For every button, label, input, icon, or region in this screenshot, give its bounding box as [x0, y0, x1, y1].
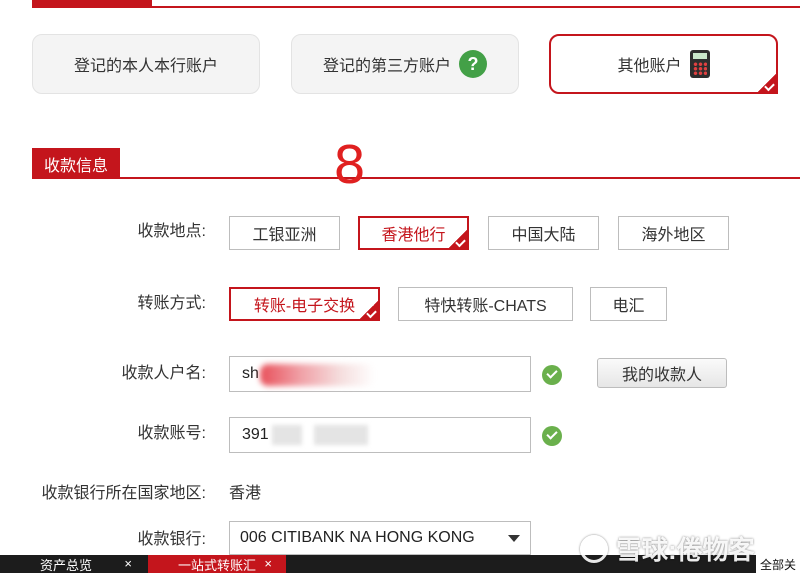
selected-check-icon: [358, 299, 380, 321]
redaction-blur: [260, 364, 375, 386]
account-no-label: 收款账号:: [137, 425, 206, 442]
method-option-label: 特快转账-CHATS: [424, 298, 547, 315]
location-option-label: 香港他行: [381, 227, 446, 244]
location-option-hk-other[interactable]: 香港他行: [358, 216, 469, 250]
account-no-value: 391: [242, 426, 269, 443]
method-option-eft[interactable]: 转账-电子交换: [229, 287, 380, 321]
taskbar-tab-transfer[interactable]: 一站式转账汇 ×: [148, 555, 286, 573]
section-header: 收款信息: [32, 148, 800, 179]
selected-check-icon: [447, 228, 469, 250]
close-icon[interactable]: ×: [124, 555, 132, 573]
chevron-down-icon: [508, 534, 520, 542]
location-label: 收款地点:: [137, 223, 206, 240]
selected-check-icon: [756, 72, 778, 94]
location-option-mainland[interactable]: 中国大陆: [488, 216, 599, 250]
close-all-button[interactable]: 全部关: [755, 555, 800, 573]
payee-name-label: 收款人户名:: [121, 365, 206, 382]
taskbar-tab-asset-overview[interactable]: 资产总览 ×: [10, 555, 146, 573]
method-label: 转账方式:: [137, 295, 206, 312]
account-type-third-party[interactable]: 登记的第三方账户 ?: [291, 34, 519, 94]
my-payees-button[interactable]: 我的收款人: [597, 358, 727, 388]
method-option-chats[interactable]: 特快转账-CHATS: [398, 287, 573, 321]
method-option-wire[interactable]: 电汇: [590, 287, 667, 321]
account-type-third-party-label: 登记的第三方账户: [322, 58, 451, 75]
account-type-other-label: 其他账户: [617, 58, 682, 75]
help-icon[interactable]: ?: [459, 50, 487, 78]
bank-select[interactable]: 006 CITIBANK NA HONG KONG: [229, 521, 531, 555]
payee-name-value: sh: [242, 365, 259, 382]
account-type-other[interactable]: 其他账户: [549, 34, 778, 94]
bank-label: 收款银行:: [137, 531, 206, 548]
calculator-icon: [689, 50, 710, 78]
watermark: 雪球:倦物客: [580, 530, 755, 567]
xueqiu-logo-icon: [580, 534, 608, 563]
top-section-tab: [32, 0, 152, 8]
bank-select-value: 006 CITIBANK NA HONG KONG: [240, 529, 475, 546]
taskbar-tab-label: 资产总览: [40, 557, 93, 573]
method-option-label: 电汇: [612, 298, 645, 315]
location-option-overseas[interactable]: 海外地区: [618, 216, 729, 250]
bank-country-label: 收款银行所在国家地区:: [41, 485, 206, 502]
location-option-label: 海外地区: [641, 227, 706, 244]
taskbar-tab-label: 一站式转账汇: [178, 557, 257, 573]
account-type-own-label: 登记的本人本行账户: [73, 58, 218, 75]
valid-check-icon: [542, 365, 562, 385]
watermark-text: 雪球:倦物客: [616, 535, 755, 565]
top-section-divider: [32, 0, 800, 8]
location-option-icbc-asia[interactable]: 工银亚洲: [229, 216, 340, 250]
redaction-blur: [314, 425, 368, 445]
valid-check-icon: [542, 426, 562, 446]
close-icon[interactable]: ×: [264, 555, 272, 573]
location-option-label: 中国大陆: [511, 227, 576, 244]
location-option-label: 工银亚洲: [252, 227, 317, 244]
redaction-blur: [272, 425, 302, 445]
bank-country-value: 香港: [229, 485, 262, 502]
annotation-digit: 8: [333, 136, 367, 196]
account-type-own[interactable]: 登记的本人本行账户: [32, 34, 260, 94]
section-title: 收款信息: [32, 148, 120, 179]
method-option-label: 转账-电子交换: [253, 298, 356, 315]
